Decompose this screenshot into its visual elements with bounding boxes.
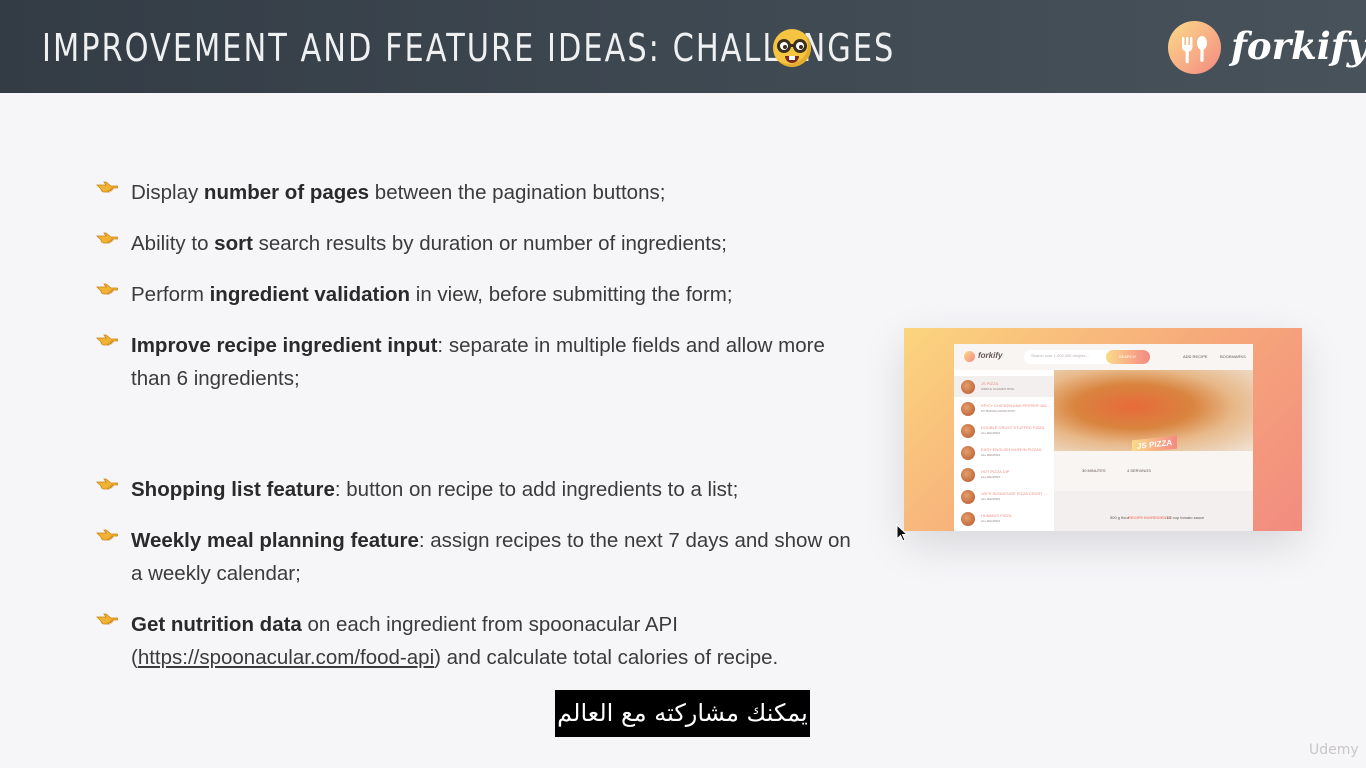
app-ingredients-title: RECIPE INGREDIENTS [1128, 515, 1172, 520]
recipe-thumbnail [961, 402, 975, 416]
app-result-item: HOT PIZZA DIP ALL RECIPES [954, 464, 1054, 485]
recipe-publisher: SIMPLE SCHMIDT BISH [981, 387, 1015, 391]
pointing-hand-icon [96, 232, 118, 244]
fork-spoon-icon [1168, 21, 1221, 74]
mouse-cursor-icon [896, 524, 908, 542]
slide-header: Improvement and feature ideas: challenge… [0, 0, 1366, 93]
pointing-hand-icon [96, 283, 118, 295]
list-item-text: Shopping list feature: button on recipe … [131, 478, 739, 501]
app-search-placeholder: Search over 1,000,000 recipes... [1031, 353, 1089, 358]
recipe-publisher: ALL RECIPES [981, 431, 1001, 435]
app-result-item: JS PIZZA SIMPLE SCHMIDT BISH [954, 376, 1054, 397]
pointing-hand-icon [96, 529, 118, 541]
recipe-name: JAY'S SIGNATURE PIZZA CRUST ... [981, 491, 1048, 496]
app-window: forkify Search over 1,000,000 recipes...… [954, 344, 1253, 531]
app-result-item: JAY'S SIGNATURE PIZZA CRUST ... ALL RECIP… [954, 486, 1054, 507]
recipe-name: HUMMUS PIZZA [981, 513, 1012, 518]
app-recipe-image: JS PIZZA [1054, 370, 1253, 454]
forkify-app-preview: forkify Search over 1,000,000 recipes...… [904, 328, 1302, 531]
app-nav-add-recipe: ADD RECIPE [1183, 354, 1208, 359]
udemy-watermark: Udemy [1309, 742, 1359, 758]
recipe-name: JS PIZZA [981, 381, 999, 386]
list-item-text: Perform ingredient validation in view, b… [131, 283, 733, 306]
app-search-button: SEARCH [1106, 350, 1150, 364]
forkify-logo: forkify [1231, 24, 1366, 68]
pointing-hand-icon [96, 181, 118, 193]
recipe-thumbnail [961, 380, 975, 394]
app-logo-icon [964, 351, 975, 362]
list-item-text: Improve recipe ingredient input: separat… [131, 334, 825, 390]
recipe-publisher: ALL RECIPES [981, 497, 1001, 501]
recipe-thumbnail [961, 490, 975, 504]
app-results-list: JS PIZZA SIMPLE SCHMIDT BISH SPICY CHICKE… [954, 370, 1054, 531]
app-search-button-label: SEARCH [1119, 354, 1136, 359]
recipe-name: SPICY CHICKEN AND PEPPER JAC... [981, 403, 1051, 408]
app-result-item: HUMMUS PIZZA ALL RECIPES [954, 508, 1054, 529]
recipe-publisher: ALL RECIPES [981, 453, 1001, 457]
app-recipe-servings: 4 SERVINGS [1127, 468, 1151, 473]
recipe-name: HOT PIZZA DIP [981, 469, 1010, 474]
pointing-hand-icon [96, 478, 118, 490]
slide-title: Improvement and feature ideas: challenge… [42, 26, 896, 70]
list-item-text: Weekly meal planning feature: assign rec… [131, 529, 851, 585]
app-recipe-minutes: 30 MINUTES [1082, 468, 1106, 473]
recipe-name: EASY ENGLISH MUFFIN PIZZAS [981, 447, 1042, 452]
list-item-text: Get nutrition data on each ingredient fr… [131, 613, 779, 669]
app-nav-bookmarks: BOOKMARKS [1220, 354, 1246, 359]
list-item-text: Display number of pages between the pagi… [131, 181, 666, 204]
app-recipe-info: 30 MINUTES 4 SERVINGS [1054, 451, 1253, 491]
recipe-publisher: ALL RECIPES [981, 475, 1001, 479]
app-ingredient: 500 g flour [1110, 515, 1129, 520]
recipe-name: DOUBLE CRUST STUFFED PIZZA [981, 425, 1045, 430]
recipe-thumbnail [961, 446, 975, 460]
recipe-publisher: ALL RECIPES [981, 519, 1001, 523]
pointing-hand-icon [96, 613, 118, 625]
recipe-thumbnail [961, 424, 975, 438]
list-item-text: Ability to sort search results by durati… [131, 232, 727, 255]
spoonacular-link[interactable]: https://spoonacular.com/food-api [138, 646, 434, 669]
app-ingredient: 1/2 cup tomato sauce [1166, 515, 1205, 520]
pointing-hand-icon [96, 334, 118, 346]
app-result-item: SPICY CHICKEN AND PEPPER JAC... MY BAKING… [954, 398, 1054, 419]
app-header: forkify Search over 1,000,000 recipes...… [954, 344, 1253, 370]
video-subtitle: يمكنك مشاركته مع العالم [555, 690, 810, 737]
app-search-input: Search over 1,000,000 recipes... SEARCH [1024, 350, 1150, 364]
app-result-item: EASY ENGLISH MUFFIN PIZZAS ALL RECIPES [954, 442, 1054, 463]
recipe-publisher: MY BAKING ADDICTION [981, 409, 1015, 413]
recipe-thumbnail [961, 512, 975, 526]
app-logo: forkify [978, 351, 1003, 360]
app-recipe-ingredients: RECIPE INGREDIENTS 500 g flour 1/2 cup t… [1054, 491, 1253, 531]
nerd-face-icon [773, 29, 811, 67]
recipe-thumbnail [961, 468, 975, 482]
app-result-item: DOUBLE CRUST STUFFED PIZZA ALL RECIPES [954, 420, 1054, 441]
